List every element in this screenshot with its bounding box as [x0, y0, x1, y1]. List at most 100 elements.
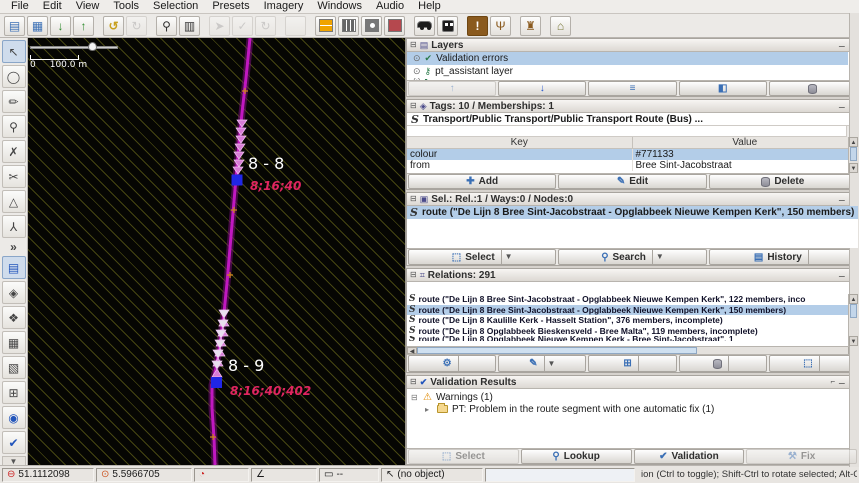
route-way[interactable] — [212, 38, 250, 465]
save-icon[interactable]: ▦ — [27, 16, 48, 36]
layer-row[interactable]: ⊙ ✔ Validation errors — [407, 52, 848, 65]
select-tool[interactable]: ↖ — [2, 40, 26, 63]
layer-row[interactable]: ⊙ ▪ — [407, 78, 848, 80]
menu-item[interactable]: Help — [411, 0, 448, 13]
open-file-icon[interactable]: ▤ — [4, 16, 25, 36]
stop-position-2[interactable] — [211, 377, 222, 388]
merge-icon[interactable]: ✓ — [232, 16, 253, 36]
dropdown-arrow-icon[interactable] — [458, 356, 462, 371]
layer-opacity-button[interactable]: ◧ — [679, 81, 767, 96]
menu-item[interactable]: View — [69, 0, 107, 13]
relation-filter-input[interactable] — [407, 283, 858, 294]
collapse-icon[interactable]: ⊟ — [410, 41, 417, 49]
zoom-slider[interactable] — [30, 42, 120, 52]
tag-row[interactable]: colour #771133 — [407, 149, 858, 160]
tag-edit-button[interactable]: ✎ Edit — [558, 174, 706, 189]
zoom-tool[interactable]: ⚲ — [2, 115, 26, 138]
dropdown-arrow-icon[interactable] — [728, 356, 732, 371]
wireframe-icon[interactable]: ➤ — [209, 16, 230, 36]
selection-history-button[interactable]: ▤ History — [709, 249, 857, 265]
validation-toggle[interactable]: ✔ — [2, 431, 26, 454]
copy-view-tool[interactable]: ⊞ — [2, 381, 26, 404]
pin-icon[interactable]: ⚊ — [838, 271, 845, 279]
pin-icon[interactable]: ⚊ — [838, 195, 845, 203]
validation-validate-button[interactable]: ✔ Validation — [634, 449, 745, 464]
parallel-way-tool[interactable]: ◉ — [2, 406, 26, 429]
dropdown-arrow-icon[interactable]: ▼ — [544, 356, 556, 371]
tag-add-button[interactable]: ✚ Add — [408, 174, 556, 189]
map-canvas[interactable]: 8 - 8 8;16;40 8 - 9 8;16;40;402 0 100.0 … — [28, 38, 405, 465]
warning-detail-row[interactable]: ▸ PT: Problem in the route segment with … — [411, 403, 858, 415]
dropdown-arrow-icon[interactable]: ▼ — [501, 250, 513, 264]
dropdown-arrow-icon[interactable] — [808, 250, 812, 264]
relation-duplicate-button[interactable]: ⊞ — [588, 355, 676, 372]
tree-expand-toggle[interactable]: ⊟ — [411, 393, 419, 402]
relation-row[interactable]: S route ("De Lijn 8 Bree Sint-Jacobstraa… — [407, 305, 848, 316]
menu-item[interactable]: File — [4, 0, 36, 13]
pin-icon[interactable]: ⚊ — [838, 378, 845, 386]
lasso-tool[interactable]: ◯ — [2, 65, 26, 88]
relation-row[interactable]: S route ("De Lijn 8 Kaulille Kerk - Hass… — [407, 315, 848, 326]
collapse-icon[interactable]: ⊟ — [410, 271, 417, 279]
relation-row[interactable]: S route ("De Lijn 8 Opglabbeek Bieskensv… — [407, 326, 848, 337]
preset-combo[interactable] — [407, 126, 847, 137]
delete-tool[interactable]: ✗ — [2, 140, 26, 163]
collapse-icon[interactable]: ⊟ — [410, 102, 417, 110]
layer-merge-button[interactable]: ≡ — [588, 81, 676, 96]
layer-visibility-icon[interactable]: ⊙ — [413, 53, 421, 64]
tags-toggle[interactable]: ◈ — [2, 281, 26, 304]
relation-row[interactable]: S route ("De Lijn 8 Opglabbeek Nieuwe Ke… — [407, 336, 848, 341]
style-crossing-icon[interactable] — [361, 16, 382, 36]
zoom-slider-handle[interactable] — [88, 42, 97, 51]
relation-select-button[interactable]: ⬚ — [769, 355, 857, 372]
menu-item[interactable]: Presets — [205, 0, 256, 13]
dropdown-arrow-icon[interactable] — [638, 356, 642, 371]
relation-edit-button[interactable]: ✎ ▼ — [498, 355, 586, 372]
relation-delete-button[interactable] — [679, 355, 767, 372]
relations-toggle[interactable]: ❖ — [2, 306, 26, 329]
undo-icon[interactable]: ↺ — [103, 16, 124, 36]
preset-restaurant-icon[interactable]: Ψ — [490, 16, 511, 36]
preset-row[interactable]: S Transport/Public Transport/Public Tran… — [407, 113, 858, 126]
relation-new-button[interactable]: ⚙ — [408, 355, 496, 372]
layers-scrollbar[interactable] — [849, 38, 859, 97]
tag-row[interactable]: from Bree Sint-Jacobstraat — [407, 160, 858, 171]
pin-icon[interactable]: ⚊ — [838, 41, 845, 49]
dropdown-arrow-icon[interactable] — [819, 356, 823, 371]
menu-item[interactable]: Tools — [106, 0, 146, 13]
preset-castle-icon[interactable]: ♜ — [520, 16, 541, 36]
style-lanes-icon[interactable] — [338, 16, 359, 36]
redo-icon[interactable]: ↻ — [126, 16, 147, 36]
validation-fix-button[interactable]: ⚒ Fix — [746, 449, 857, 464]
imagery-tool[interactable]: ▦ — [2, 331, 26, 354]
preset-car-icon[interactable] — [414, 16, 435, 36]
paste-tags-tool[interactable]: ✂ — [2, 165, 26, 188]
measurement-tool[interactable]: △ — [2, 190, 26, 213]
layer-visibility-icon[interactable]: ⊙ — [413, 78, 421, 80]
pin-icon[interactable]: ⚊ — [838, 102, 845, 110]
layer-row[interactable]: ⊙ ⚷ pt_assistant layer — [407, 65, 848, 78]
style-road-icon[interactable] — [315, 16, 336, 36]
resize-icon[interactable]: ⌐ — [831, 378, 836, 386]
search-icon[interactable]: ⚲ — [156, 16, 177, 36]
menu-item[interactable]: Windows — [310, 0, 369, 13]
upload-osm-icon[interactable]: ↑ — [73, 16, 94, 36]
stop-position-1[interactable] — [232, 175, 243, 186]
collapse-icon[interactable]: ⊟ — [410, 195, 417, 203]
style-building-icon[interactable] — [384, 16, 405, 36]
tags-scrollbar[interactable]: ▲ ▼ — [848, 137, 858, 173]
relations-scrollbar[interactable]: ▲ ▼ — [848, 294, 858, 346]
selection-search-button[interactable]: ⚲ Search ▼ — [558, 249, 706, 265]
more-tools-expander[interactable]: » — [2, 240, 26, 254]
preset-works-icon[interactable]: ⌂ — [550, 16, 571, 36]
draw-nodes-tool[interactable]: ✏ — [2, 90, 26, 113]
collapse-icon[interactable]: ⊟ — [410, 378, 417, 386]
validation-warning-icon[interactable]: ! — [467, 16, 488, 36]
menu-item[interactable]: Imagery — [257, 0, 311, 13]
menu-item[interactable]: Edit — [36, 0, 69, 13]
validation-select-button[interactable]: ⬚ Select — [408, 449, 519, 464]
tree-collapsed-toggle[interactable]: ▸ — [425, 405, 433, 414]
dropdown-arrow-icon[interactable]: ▼ — [652, 250, 664, 264]
photo-adjust-tool[interactable]: ▧ — [2, 356, 26, 379]
menu-item[interactable]: Audio — [369, 0, 411, 13]
